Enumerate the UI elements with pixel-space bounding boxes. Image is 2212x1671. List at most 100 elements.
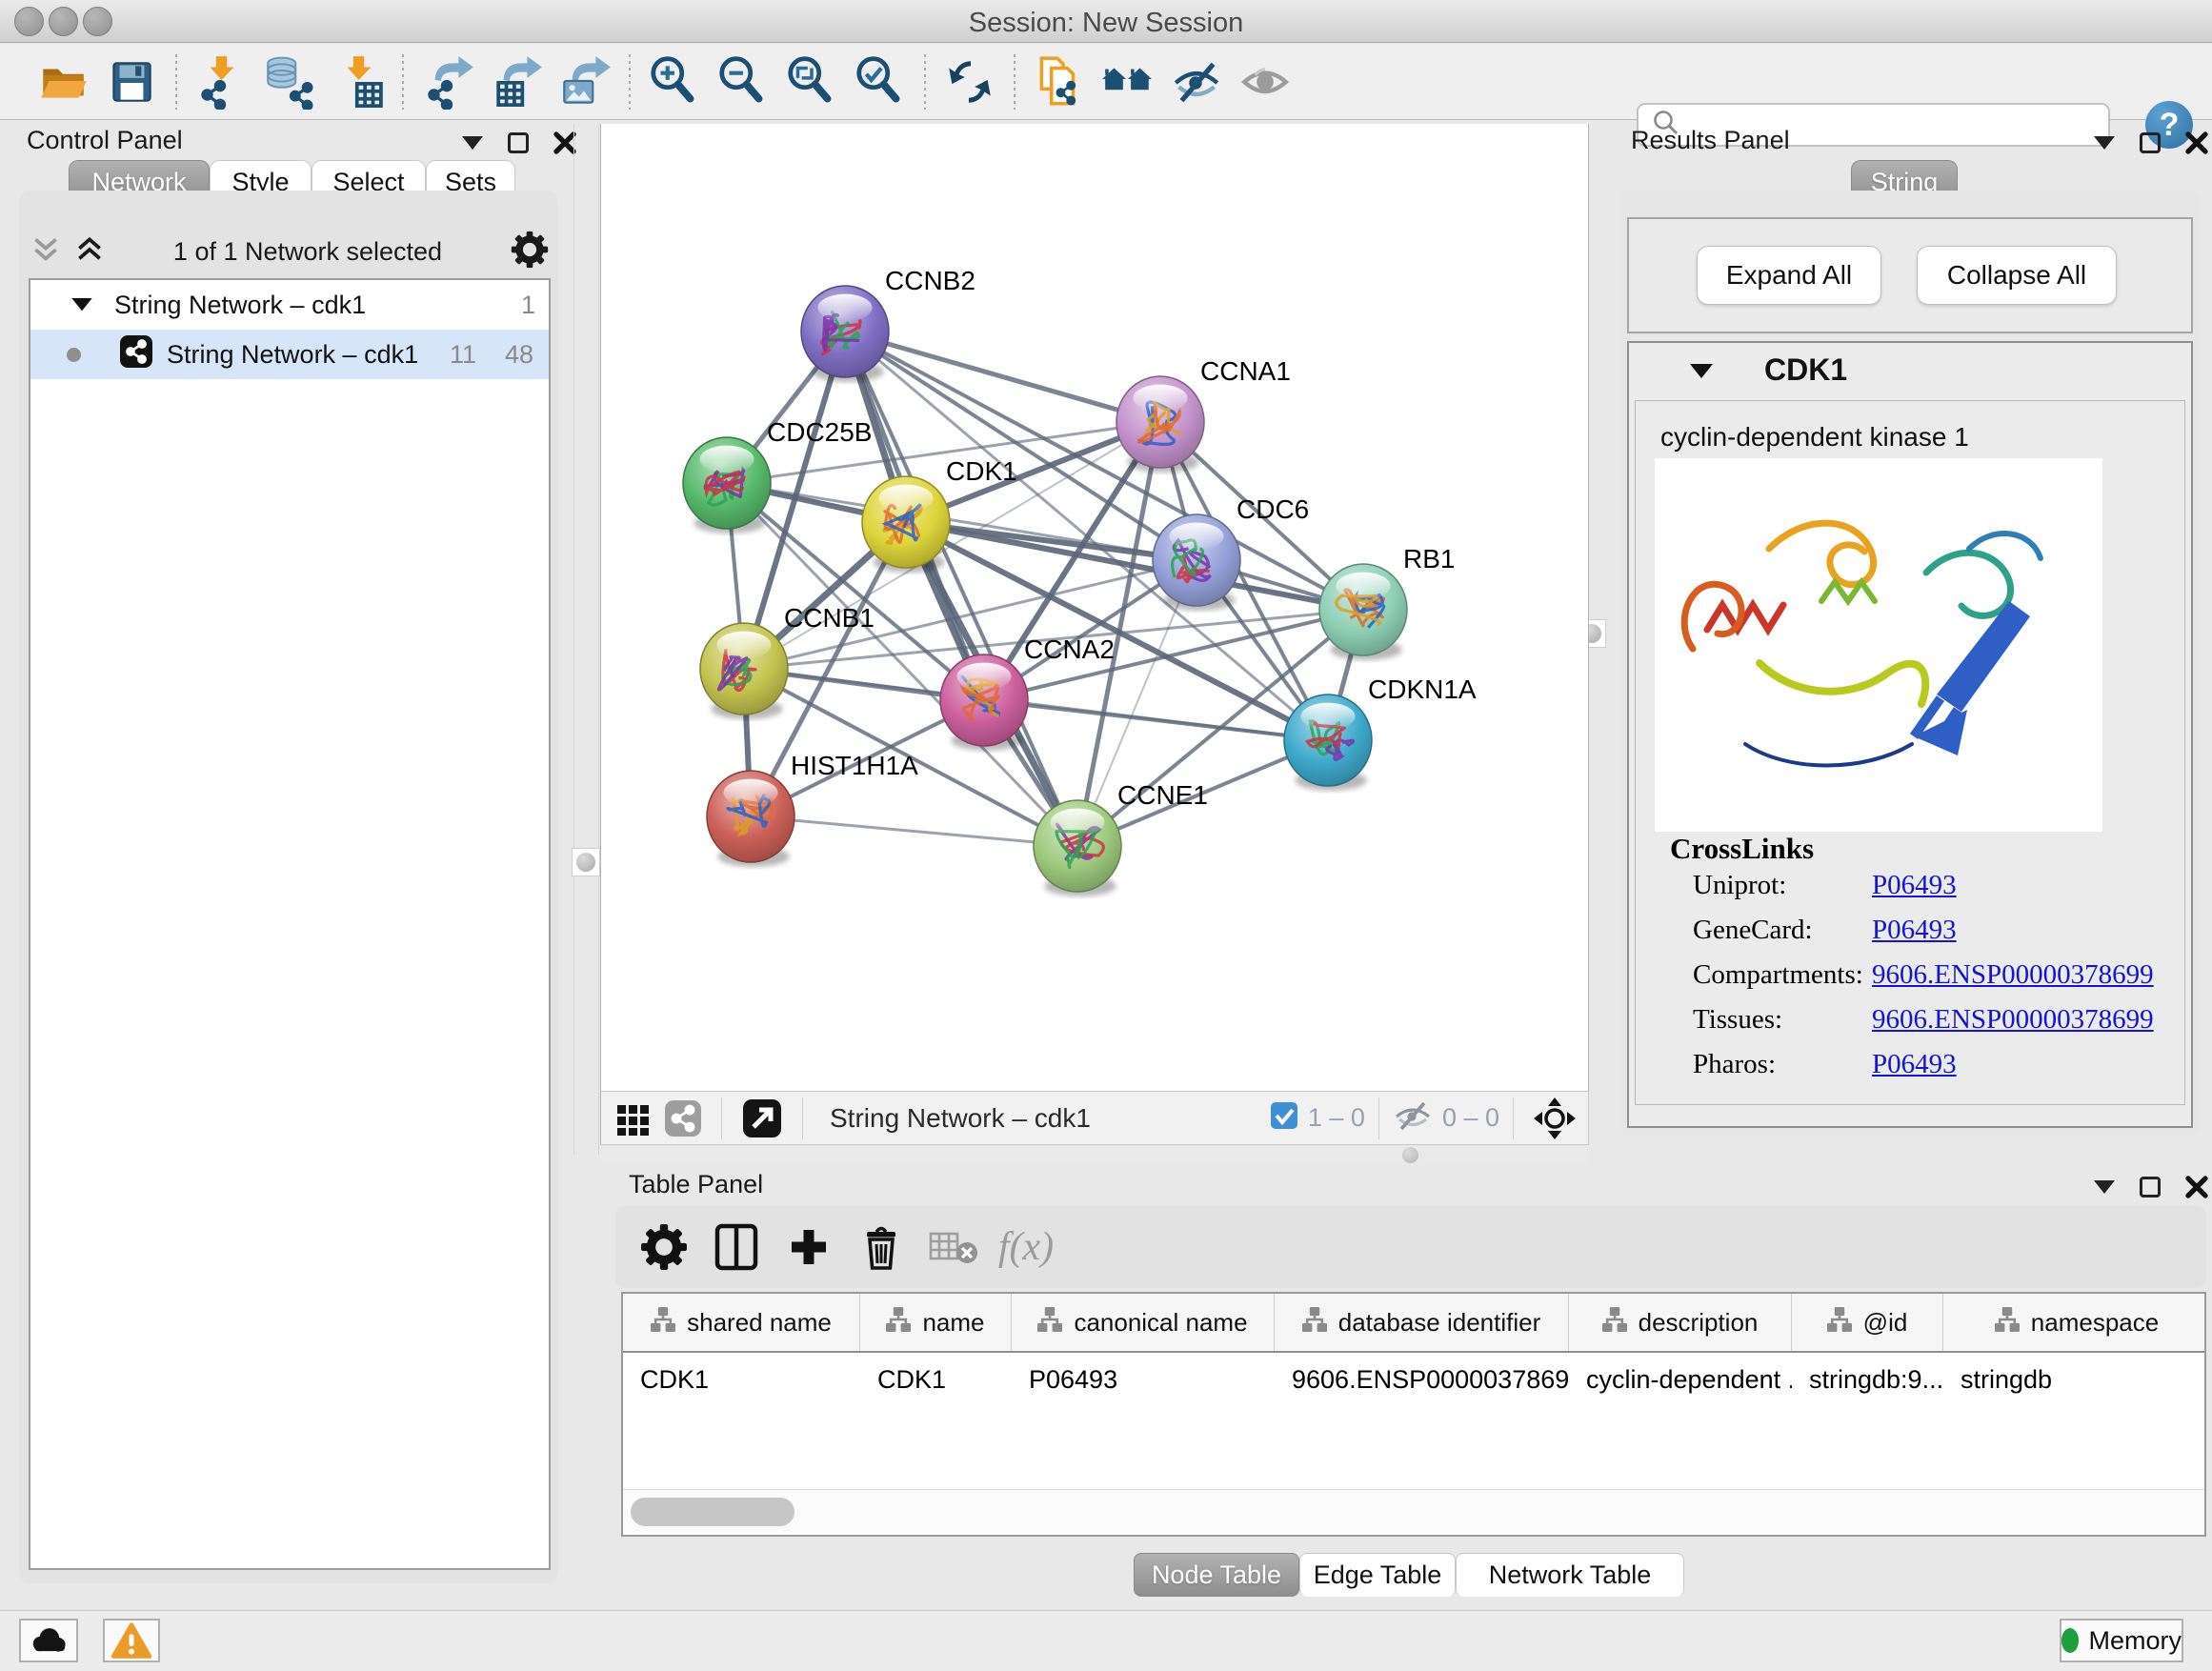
- column-header-name[interactable]: name: [860, 1294, 1012, 1351]
- node-CCNA1[interactable]: CCNA1: [1116, 356, 1291, 473]
- close-panel-icon[interactable]: [2185, 131, 2208, 154]
- warnings-button[interactable]: [103, 1619, 160, 1662]
- birds-eye-view-icon[interactable]: [1527, 1090, 1582, 1147]
- import-table-file-button[interactable]: [324, 51, 392, 112]
- expand-all-button[interactable]: Expand All: [1697, 246, 1881, 305]
- collapse-panel-icon[interactable]: [2094, 1180, 2115, 1194]
- gene-section-header[interactable]: CDK1: [1627, 341, 2193, 400]
- table-tabs: Node TableEdge TableNetwork Table: [0, 1553, 2212, 1597]
- zoom-in-button[interactable]: [640, 51, 709, 112]
- open-in-new-window-icon[interactable]: [735, 1090, 789, 1147]
- tab-edge-table[interactable]: Edge Table: [1299, 1553, 1456, 1597]
- table-settings-gear-icon[interactable]: [636, 1218, 692, 1276]
- import-network-file-button[interactable]: [187, 51, 255, 112]
- edge-CCNA2-CDKN1A[interactable]: [984, 700, 1328, 740]
- node-CDK1[interactable]: CDK1: [862, 456, 1017, 573]
- scrollbar-thumb[interactable]: [631, 1498, 794, 1526]
- crosslink-value-link[interactable]: P06493: [1872, 915, 1957, 946]
- horizontal-splitter[interactable]: [600, 1145, 1589, 1164]
- toolbar-separator: [1014, 54, 1016, 110]
- collapse-panel-icon[interactable]: [2094, 136, 2115, 150]
- crosslink-value-link[interactable]: P06493: [1872, 1049, 1957, 1080]
- cell[interactable]: CDK1: [860, 1365, 1012, 1395]
- crosslink-row: Compartments:9606.ENSP00000378699: [1693, 959, 2169, 991]
- close-panel-icon[interactable]: [2185, 1176, 2208, 1198]
- toolbar-separator: [924, 54, 926, 110]
- column-header--id[interactable]: @id: [1792, 1294, 1943, 1351]
- open-session-button[interactable]: [29, 51, 97, 112]
- cell[interactable]: CDK1: [623, 1365, 860, 1395]
- network-badge-icon[interactable]: [658, 1090, 708, 1147]
- expand-all-trees-icon[interactable]: [30, 234, 61, 270]
- crosslink-value-link[interactable]: 9606.ENSP00000378699: [1872, 959, 2154, 991]
- collapse-panel-icon[interactable]: [462, 136, 483, 150]
- network-tree: String Network – cdk1 1 String Network –…: [29, 278, 551, 1570]
- node-CCNB2[interactable]: CCNB2: [801, 266, 975, 382]
- network-options-gear-icon[interactable]: [511, 231, 549, 273]
- collection-count: 1: [521, 291, 535, 320]
- refresh-layout-button[interactable]: [935, 51, 1004, 112]
- cell[interactable]: 9606.ENSP00000378699: [1275, 1365, 1569, 1395]
- show-columns-icon[interactable]: [709, 1218, 764, 1276]
- import-network-database-button[interactable]: [255, 51, 324, 112]
- edge-count: 48: [505, 340, 533, 370]
- table-horizontal-scrollbar[interactable]: [623, 1489, 2204, 1535]
- zoom-selected-button[interactable]: [846, 51, 915, 112]
- show-hidden-button[interactable]: [1231, 51, 1299, 112]
- cell[interactable]: stringdb:9...: [1792, 1365, 1943, 1395]
- tree-expand-icon[interactable]: [70, 291, 93, 320]
- export-image-button[interactable]: [551, 51, 619, 112]
- network-canvas[interactable]: CCNB2 CCNA1 CDC25B CDK1 CDC6 RB1 CCNB1 C…: [600, 124, 1589, 1091]
- hidden-eye-icon[interactable]: [1393, 1099, 1433, 1137]
- hide-selected-button[interactable]: [1162, 51, 1231, 112]
- column-header-description[interactable]: description: [1569, 1294, 1792, 1351]
- edge-CCNB2-CCNA1[interactable]: [845, 332, 1160, 422]
- network-collection-row[interactable]: String Network – cdk1 1: [30, 280, 549, 330]
- table-toolbar: f(x): [615, 1206, 2206, 1288]
- export-network-button[interactable]: [413, 51, 482, 112]
- crosslink-value-link[interactable]: P06493: [1872, 870, 1957, 901]
- left-splitter-handle[interactable]: [572, 848, 600, 876]
- node-table[interactable]: shared namenamecanonical namedatabase id…: [621, 1292, 2206, 1537]
- memory-button[interactable]: Memory: [2060, 1619, 2183, 1662]
- memory-label: Memory: [2088, 1626, 2182, 1656]
- first-neighbors-button[interactable]: [1094, 51, 1162, 112]
- tab-network-table[interactable]: Network Table: [1456, 1553, 1684, 1597]
- grid-view-icon[interactable]: [609, 1090, 658, 1147]
- float-panel-icon[interactable]: [2140, 132, 2161, 153]
- cell[interactable]: P06493: [1012, 1365, 1275, 1395]
- export-table-button[interactable]: [482, 51, 551, 112]
- zoom-out-button[interactable]: [709, 51, 777, 112]
- hierarchy-icon: [1827, 1307, 1852, 1339]
- column-header-database-identifier[interactable]: database identifier: [1275, 1294, 1569, 1351]
- warning-icon: [111, 1621, 152, 1660]
- node-RB1[interactable]: RB1: [1319, 544, 1455, 660]
- column-header-namespace[interactable]: namespace: [1943, 1294, 2206, 1351]
- node-CCNE1[interactable]: CCNE1: [1034, 780, 1208, 896]
- collapse-gene-icon[interactable]: [1690, 364, 1713, 378]
- zoom-fit-button[interactable]: [777, 51, 846, 112]
- cell[interactable]: cyclin-dependent ...: [1569, 1365, 1792, 1395]
- float-panel-icon[interactable]: [2140, 1177, 2161, 1198]
- node-CCNB1[interactable]: CCNB1: [700, 603, 875, 719]
- network-row[interactable]: String Network – cdk1 11 48: [30, 330, 549, 379]
- export-network-icon: [420, 54, 475, 110]
- tab-node-table[interactable]: Node Table: [1134, 1553, 1299, 1597]
- node-CDKN1A[interactable]: CDKN1A: [1284, 674, 1477, 791]
- delete-column-icon[interactable]: [854, 1218, 909, 1276]
- save-session-button[interactable]: [97, 51, 166, 112]
- new-network-from-selection-button[interactable]: [1025, 51, 1094, 112]
- collapse-all-trees-icon[interactable]: [74, 234, 105, 270]
- add-column-icon[interactable]: [781, 1218, 836, 1276]
- column-header-canonical-name[interactable]: canonical name: [1012, 1294, 1275, 1351]
- edge-CDK1-RB1[interactable]: [906, 522, 1363, 610]
- column-header-shared-name[interactable]: shared name: [623, 1294, 860, 1351]
- node-HIST1H1A[interactable]: HIST1H1A: [707, 751, 918, 867]
- cloud-button[interactable]: [19, 1619, 78, 1662]
- cell[interactable]: stringdb: [1943, 1365, 2206, 1395]
- float-panel-icon[interactable]: [508, 132, 529, 153]
- node-label-CCNA2: CCNA2: [1024, 634, 1115, 664]
- collapse-all-button[interactable]: Collapse All: [1917, 246, 2117, 305]
- crosslink-value-link[interactable]: 9606.ENSP00000378699: [1872, 1004, 2154, 1036]
- selected-checkbox-icon[interactable]: [1270, 1101, 1298, 1135]
